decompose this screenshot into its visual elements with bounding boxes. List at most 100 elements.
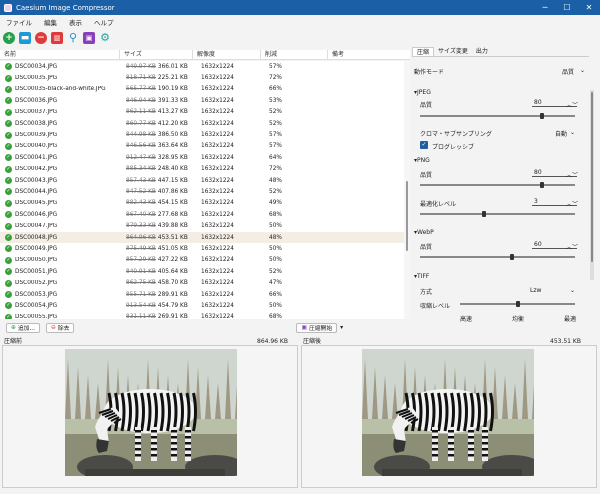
table-row[interactable]: ✓ DSC00036.JPG 846.94 KB 391.33 KB 1632x1224…: [0, 95, 405, 106]
compress-icon[interactable]: ▣: [83, 32, 95, 44]
close-button[interactable]: ✕: [578, 0, 600, 15]
preview-icon[interactable]: ⚲: [67, 32, 79, 44]
remove-button[interactable]: ⊖ 除去: [45, 322, 75, 333]
tiff-deflate-label: 収縮レベル: [420, 303, 451, 310]
table-row[interactable]: ✓ DSC00035.JPG 818.71 KB 225.21 KB 1632x1224…: [0, 72, 405, 83]
table-row[interactable]: ✓ DSC00053.JPG 855.71 KB 289.91 KB 1632x1224…: [0, 289, 405, 300]
slider-thumb[interactable]: [516, 301, 520, 307]
jpeg-quality-label: 品質: [420, 102, 433, 109]
add-folder-icon[interactable]: ▬: [19, 32, 31, 44]
col-size[interactable]: サイズ: [120, 50, 193, 59]
add-file-icon[interactable]: +: [3, 32, 15, 44]
size-cell: 849.97 KB 366.01 KB: [126, 63, 188, 70]
stepper-icon[interactable]: ︿﹀: [566, 170, 578, 179]
table-row[interactable]: ✓ DSC00048.JPG 864.96 KB 453.51 KB 1632x1224…: [0, 231, 405, 244]
file-name-cell: ✓ DSC00047.JPG: [5, 222, 58, 230]
resolution-cell: 1632x1224: [201, 132, 234, 139]
png-opt-slider[interactable]: [420, 213, 575, 215]
slider-thumb[interactable]: [482, 211, 486, 217]
table-row[interactable]: ✓ DSC00043.JPG 857.43 KB 447.15 KB 1632x1224…: [0, 175, 405, 186]
settings-scrollbar[interactable]: [590, 90, 594, 280]
file-name-cell: ✓ DSC00050.JPG: [5, 256, 58, 264]
slider-thumb[interactable]: [540, 113, 544, 119]
table-row[interactable]: ✓ DSC00055.JPG 831.11 KB 269.91 KB 1632x1224…: [0, 312, 405, 319]
table-row[interactable]: ✓ DSC00041.JPG 912.47 KB 328.95 KB 1632x1224…: [0, 152, 405, 163]
add-button[interactable]: ⊕ 追加...: [6, 322, 40, 333]
jpeg-section-toggle[interactable]: ▾JPEG: [414, 89, 431, 96]
resolution-cell: 1632x1224: [201, 302, 234, 309]
chevron-down-icon: ⌄: [580, 67, 586, 74]
clear-icon[interactable]: ▥: [51, 32, 63, 44]
table-row[interactable]: ✓ DSC00040.JPG 846.56 KB 363.64 KB 1632x1224…: [0, 141, 405, 152]
file-name-cell: ✓ DSC00034.JPG: [5, 63, 58, 71]
resolution-cell: 1632x1224: [201, 166, 234, 173]
app-icon: [4, 3, 12, 12]
tab-resize[interactable]: サイズ変更: [434, 47, 472, 56]
table-row[interactable]: ✓ DSC00044.JPG 847.52 KB 407.86 KB 1632x1224…: [0, 186, 405, 197]
progressive-checkbox[interactable]: ✓: [420, 141, 428, 149]
tab-compression[interactable]: 圧縮: [412, 47, 435, 56]
title-bar: Caesium Image Compressor ─ ☐ ✕: [0, 0, 600, 15]
reduction-cell: 48%: [269, 177, 282, 184]
table-row[interactable]: ✓ DSC00038.JPG 860.77 KB 412.20 KB 1632x1224…: [0, 118, 405, 129]
file-name-cell: ✓ DSC00043.JPG: [5, 177, 58, 185]
size-cell: 875.49 KB 451.05 KB: [126, 245, 188, 252]
menu-help[interactable]: ヘルプ: [88, 17, 120, 27]
menu-edit[interactable]: 編集: [38, 17, 63, 27]
table-row[interactable]: ✓ DSC00052.JPG 862.75 KB 458.70 KB 1632x1224…: [0, 277, 405, 288]
remove-icon[interactable]: −: [35, 32, 47, 44]
size-cell: 844.98 KB 386.50 KB: [126, 132, 188, 139]
col-notes[interactable]: 備考: [328, 50, 410, 59]
menu-view[interactable]: 表示: [63, 17, 88, 27]
table-row[interactable]: ✓ DSC00042.JPG 885.34 KB 248.40 KB 1632x1224…: [0, 164, 405, 175]
table-row[interactable]: ✓ DSC00037.JPG 862.11 KB 413.27 KB 1632x1224…: [0, 107, 405, 118]
table-row[interactable]: ✓ DSC00051.JPG 840.91 KB 405.64 KB 1632x1224…: [0, 266, 405, 277]
table-row[interactable]: ✓ DSC00050.JPG 857.29 KB 427.22 KB 1632x1224…: [0, 255, 405, 266]
compress-button[interactable]: ▣ 圧縮開始: [296, 322, 338, 333]
check-circle-icon: ✓: [5, 302, 12, 310]
png-quality-slider[interactable]: [420, 184, 575, 186]
table-row[interactable]: ✓ DSC00054.JPG 913.54 KB 454.79 KB 1632x1224…: [0, 300, 405, 311]
file-list[interactable]: ✓ DSC00034.JPG 849.97 KB 366.01 KB 1632x1224…: [0, 61, 405, 319]
before-preview[interactable]: [2, 345, 298, 488]
reduction-cell: 52%: [269, 109, 282, 116]
stepper-icon[interactable]: ︿﹀: [566, 100, 578, 109]
menu-file[interactable]: ファイル: [0, 17, 38, 27]
table-row[interactable]: ✓ DSC00046.JPG 867.40 KB 277.68 KB 1632x1224…: [0, 209, 405, 220]
maximize-button[interactable]: ☐: [556, 0, 578, 15]
chevron-down-icon: ⌄: [570, 129, 576, 136]
check-circle-icon: ✓: [5, 165, 12, 173]
webp-section-toggle[interactable]: ▾WebP: [414, 229, 434, 236]
slider-thumb[interactable]: [510, 254, 514, 260]
minimize-button[interactable]: ─: [534, 0, 556, 15]
file-name-cell: ✓ DSC00044.JPG: [5, 188, 58, 196]
png-section-toggle[interactable]: ▾PNG: [414, 157, 430, 164]
jpeg-quality-slider[interactable]: [420, 115, 575, 117]
tab-output[interactable]: 出力: [472, 47, 492, 56]
list-scrollbar[interactable]: [404, 61, 410, 319]
table-row[interactable]: ✓ DSC00045.JPG 882.43 KB 454.15 KB 1632x1224…: [0, 198, 405, 209]
compress-dropdown-icon[interactable]: ▾: [340, 324, 343, 331]
table-row[interactable]: ✓ DSC00035-black-and-white.JPG 565.77 KB 19…: [0, 84, 405, 95]
resolution-cell: 1632x1224: [201, 223, 234, 230]
mode-select[interactable]: 品質: [562, 67, 574, 76]
slider-thumb[interactable]: [540, 182, 544, 188]
webp-quality-slider[interactable]: [420, 256, 575, 258]
table-row[interactable]: ✓ DSC00039.JPG 844.98 KB 386.50 KB 1632x1224…: [0, 129, 405, 140]
settings-icon[interactable]: ⚙: [99, 32, 111, 44]
tiff-section-toggle[interactable]: ▾TIFF: [414, 273, 429, 280]
col-reduction[interactable]: 削減: [261, 50, 328, 59]
after-preview[interactable]: [301, 345, 597, 488]
stepper-icon[interactable]: ︿﹀: [566, 242, 578, 251]
chroma-select[interactable]: 自動: [555, 129, 567, 138]
reduction-cell: 49%: [269, 200, 282, 207]
col-resolution[interactable]: 解像度: [193, 50, 261, 59]
table-row[interactable]: ✓ DSC00034.JPG 849.97 KB 366.01 KB 1632x1224…: [0, 61, 405, 72]
stepper-icon[interactable]: ︿﹀: [566, 199, 578, 208]
col-name[interactable]: 名前: [0, 50, 120, 59]
table-row[interactable]: ✓ DSC00049.JPG 875.49 KB 451.05 KB 1632x1224…: [0, 243, 405, 254]
size-cell: 855.71 KB 289.91 KB: [126, 291, 188, 298]
tiff-method-select[interactable]: Lzw: [530, 287, 541, 294]
preview-image-after: [362, 349, 534, 476]
table-row[interactable]: ✓ DSC00047.JPG 879.33 KB 439.88 KB 1632x1224…: [0, 220, 405, 231]
